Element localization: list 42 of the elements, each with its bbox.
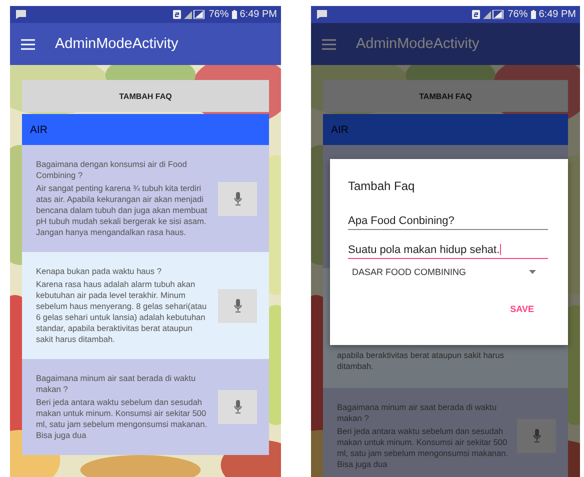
caret-icon	[529, 270, 536, 274]
sim-icon	[472, 10, 480, 19]
faq-answer: Air sangat penting karena ¾ tubuh kita terdiri atas air. Apabila kekurangan air akan menjadi bencana dalam tubuh dan juga akan membuat pH tubuh mudah sekali bergerak ke sisi asam. Jangan hanya mengandalkan rasa haus.	[36, 183, 208, 238]
microphone-button[interactable]	[517, 419, 556, 453]
microphone-button[interactable]	[218, 390, 257, 424]
add-faq-button[interactable]: TAMBAH FAQ	[22, 80, 269, 112]
microphone-icon	[234, 298, 242, 312]
microphone-button[interactable]	[218, 288, 257, 322]
clock: 6:49 PM	[240, 9, 277, 20]
text-field[interactable]: Suatu pola makan hidup sehat.	[348, 244, 548, 259]
battery-icon	[530, 10, 536, 19]
faq-question: Kenapa bukan pada waktu haus ?	[36, 266, 162, 277]
faq-answer: Karena rasa haus adalah alarm tubuh akan kebutuhan air pada level terakhir. Minum sebelum haus menyerang. 8 gelas sehari(atau 6 gelas sehari untuk lansia) adalah kebutuhan standar, apabila beraktivitas berat ataupun sakit harus ditambah.	[36, 279, 208, 345]
microphone-button[interactable]	[218, 182, 257, 216]
microphone-icon	[532, 429, 540, 443]
battery-icon	[232, 10, 237, 19]
battery-level: 76%	[508, 9, 528, 20]
category-header: AIR	[323, 114, 568, 145]
clock: 6:49 PM	[538, 9, 576, 20]
sim-icon	[172, 10, 181, 19]
faq-question: Bagaimana minum air saat berada di waktu makan ?	[36, 373, 197, 395]
microphone-icon	[234, 400, 242, 414]
faq-answer: Beri jeda antara waktu sebelum dan sesudah makan untuk minum. Konsumsi air sekitar 500 ml, satu jam sebelum mengonsumsi makanan. Bisa juga dua	[337, 426, 509, 470]
add-faq-button[interactable]: TAMBAH FAQ	[323, 80, 568, 112]
category-dropdown[interactable]: DASAR FOOD COMBINING	[348, 267, 548, 277]
faq-answer: apabila beraktivitas berat ataupun sakit harus ditambah.	[337, 350, 505, 372]
faq-question: Bagaimana minum air saat berada di waktu makan ?	[337, 402, 498, 424]
microphone-icon	[234, 192, 242, 206]
menu-icon[interactable]	[322, 38, 336, 50]
text-field[interactable]: Apa Food Conbining?	[348, 215, 548, 230]
menu-icon[interactable]	[21, 38, 35, 50]
faq-answer: Beri jeda antara waktu sebelum dan sesudah makan untuk minum. Konsumsi air sekitar 500 ml, satu jam sebelum mengonsumsi makanan. Bisa juga dua	[36, 397, 208, 441]
signal-icon	[482, 10, 505, 19]
dialog-title: Tambah Faq	[348, 179, 416, 193]
faq-question: Bagaimana dengan konsumsi air di Food Combining ?	[36, 159, 188, 181]
category-header: AIR	[22, 114, 269, 145]
battery-level: 76%	[208, 9, 229, 20]
app-title: AdminModeActivity	[55, 36, 178, 52]
notification-icon	[16, 10, 26, 19]
app-title: AdminModeActivity	[356, 36, 480, 52]
signal-icon	[184, 10, 206, 19]
notification-icon	[317, 10, 327, 19]
